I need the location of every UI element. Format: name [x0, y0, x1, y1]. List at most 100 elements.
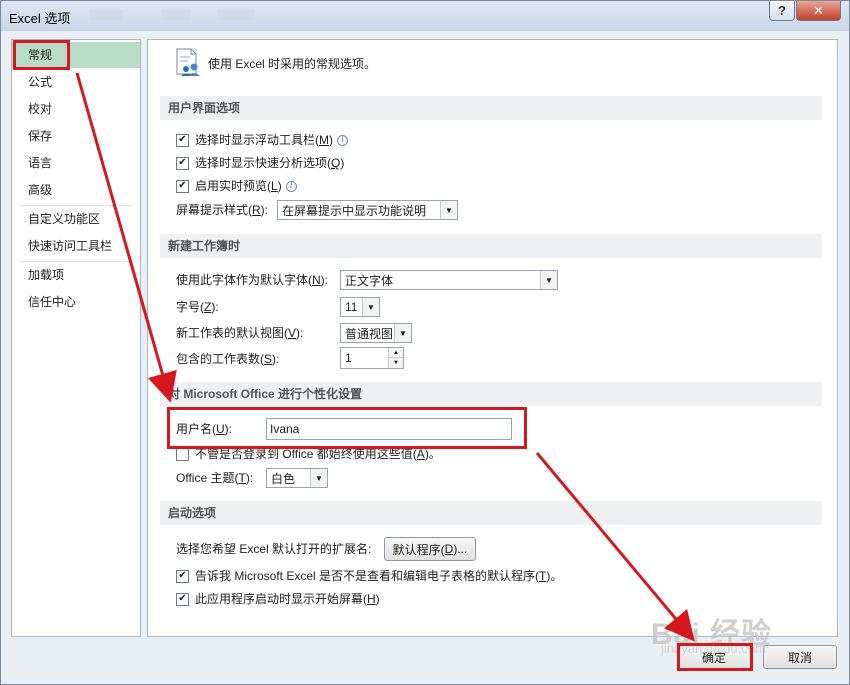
tell-me-default-program-option[interactable]: ✔ 告诉我 Microsoft Excel 是否不是查看和编辑电子表格的默认程序… [176, 566, 562, 586]
option-label: ): [320, 273, 329, 287]
dropdown-value: 在屏幕提示中显示功能说明 [282, 203, 427, 218]
sidebar-item-quick-access-toolbar[interactable]: 快速访问工具栏 [12, 233, 140, 259]
access-key: H [367, 592, 376, 606]
watermark-url: jingyan.baidu.com [661, 641, 766, 656]
screentip-style-dropdown[interactable]: 在屏幕提示中显示功能说明 ▼ [277, 200, 458, 220]
access-key: D [444, 542, 454, 556]
decrement-icon[interactable]: ▼ [388, 358, 403, 368]
option-label: 选择时显示快速分析选项( [195, 156, 331, 170]
live-preview-checkbox[interactable]: ✔ [176, 179, 189, 193]
button-label: )... [453, 542, 468, 556]
sheet-count-stepper[interactable]: 1 ▲ ▼ [340, 347, 404, 369]
button-label: 默认程序( [392, 542, 445, 557]
option-label: ) [277, 179, 282, 193]
chevron-down-icon[interactable]: ▼ [440, 201, 457, 219]
default-extensions-label: 选择您希望 Excel 默认打开的扩展名: [176, 542, 372, 556]
help-button[interactable]: ? [769, 1, 795, 21]
option-label: ) [375, 592, 380, 606]
option-label: 新工作表的默认视图( [176, 326, 288, 340]
sidebar-item-add-ins[interactable]: 加载项 [12, 262, 140, 288]
sidebar-item-language[interactable]: 语言 [12, 150, 140, 176]
default-font-dropdown[interactable]: 正文字体 ▼ [340, 270, 558, 290]
option-label: 告诉我 Microsoft Excel 是否不是查看和编辑电子表格的默认程序( [195, 569, 540, 583]
default-view-dropdown[interactable]: 普通视图 ▼ [340, 323, 412, 343]
info-icon[interactable]: i [337, 134, 348, 146]
chevron-down-icon[interactable]: ▼ [310, 469, 327, 487]
show-start-screen-option[interactable]: ✔ 此应用程序启动时显示开始屏幕(H) [176, 589, 380, 609]
option-label: ): [211, 300, 219, 314]
sidebar-item-save[interactable]: 保存 [12, 123, 140, 149]
option-label: ) [340, 156, 345, 170]
general-options-icon [176, 48, 200, 76]
chevron-down-icon[interactable]: ▼ [540, 271, 557, 289]
chevron-down-icon[interactable]: ▼ [394, 324, 411, 342]
option-label: 用户名( [176, 422, 216, 436]
chevron-down-icon[interactable]: ▼ [362, 298, 379, 316]
always-use-values-option[interactable]: 不管是否登录到 Office 都始终使用这些值(A)。 [176, 444, 441, 464]
option-label: ): [296, 326, 304, 340]
always-use-values-checkbox[interactable] [176, 447, 189, 461]
increment-icon[interactable]: ▲ [388, 348, 403, 358]
default-programs-button[interactable]: 默认程序(D)... [384, 537, 476, 561]
section-header-personalize: 对 Microsoft Office 进行个性化设置 [160, 382, 822, 406]
option-label: 使用此字体作为默认字体( [176, 273, 312, 287]
sidebar-item-advanced[interactable]: 高级 [12, 177, 140, 203]
access-key: M [319, 133, 329, 147]
sidebar-item-proofing[interactable]: 校对 [12, 96, 140, 122]
mini-toolbar-option[interactable]: ✔ 选择时显示浮动工具栏(M) i [176, 130, 348, 150]
section-header-new-workbook: 新建工作簿时 [160, 234, 822, 258]
access-key: A [416, 447, 425, 461]
info-icon[interactable]: i [285, 180, 297, 192]
option-label: ): [272, 352, 280, 366]
option-label: ): [245, 471, 254, 485]
sidebar-item-general[interactable]: 常规 [12, 42, 140, 68]
option-label: )。 [546, 569, 563, 583]
mini-toolbar-checkbox[interactable]: ✔ [176, 133, 189, 147]
option-label: 启用实时预览( [195, 179, 271, 193]
general-options-panel: 使用 Excel 时采用的常规选项。 用户界面选项 ✔ 选择时显示浮动工具栏(M… [147, 39, 838, 637]
tell-me-default-program-checkbox[interactable]: ✔ [176, 569, 189, 583]
access-key: Q [331, 156, 341, 170]
stepper-value: 1 [345, 351, 352, 365]
access-key: T [539, 569, 547, 583]
category-sidebar: 常规 公式 校对 保存 语言 高级 自定义功能区 快速访问工具栏 加载项 信任中… [11, 39, 141, 637]
dropdown-value: 11 [345, 300, 358, 314]
sidebar-item-trust-center[interactable]: 信任中心 [12, 289, 140, 315]
option-label: )。 [424, 447, 441, 461]
access-key: L [271, 179, 278, 193]
access-key: V [288, 326, 297, 340]
access-key: S [264, 352, 273, 366]
cancel-button[interactable]: 取消 [763, 645, 837, 669]
option-label: 屏幕提示样式( [176, 203, 252, 217]
option-label: Office 主题( [176, 471, 239, 485]
live-preview-option[interactable]: ✔ 启用实时预览(L) i [176, 176, 297, 196]
dropdown-value: 正文字体 [345, 273, 394, 288]
quick-analysis-checkbox[interactable]: ✔ [176, 156, 189, 170]
option-label: 不管是否登录到 Office 都始终使用这些值( [195, 447, 417, 461]
office-theme-label: Office 主题(T): [176, 468, 253, 488]
dialog-title: Excel 选项 [9, 11, 71, 26]
title-bar[interactable]: Excel 选项 ? ✕ [1, 1, 849, 31]
close-button[interactable]: ✕ [796, 1, 841, 21]
intro-text: 使用 Excel 时采用的常规选项。 [208, 57, 377, 71]
background-tab-placeholder [217, 10, 255, 20]
background-tab-placeholder [161, 10, 191, 20]
access-key: U [216, 422, 225, 436]
office-theme-dropdown[interactable]: 白色 ▼ [266, 468, 328, 488]
option-label: ): [224, 422, 233, 436]
background-tab-placeholder [89, 10, 123, 20]
username-label: 用户名(U): [176, 419, 232, 439]
dropdown-value: 普通视图 [345, 326, 394, 341]
font-size-dropdown[interactable]: 11 ▼ [340, 297, 380, 317]
sidebar-item-formulas[interactable]: 公式 [12, 69, 140, 95]
default-view-label: 新工作表的默认视图(V): [176, 323, 303, 343]
show-start-screen-checkbox[interactable]: ✔ [176, 592, 189, 606]
font-size-label: 字号(Z): [176, 297, 219, 317]
option-label: 字号( [176, 300, 204, 314]
username-input[interactable]: Ivana [266, 418, 512, 440]
option-label: ): [260, 203, 269, 217]
sidebar-item-customize-ribbon[interactable]: 自定义功能区 [12, 206, 140, 232]
quick-analysis-option[interactable]: ✔ 选择时显示快速分析选项(Q) [176, 153, 344, 173]
section-header-startup: 启动选项 [160, 501, 822, 525]
access-key: N [312, 273, 321, 287]
